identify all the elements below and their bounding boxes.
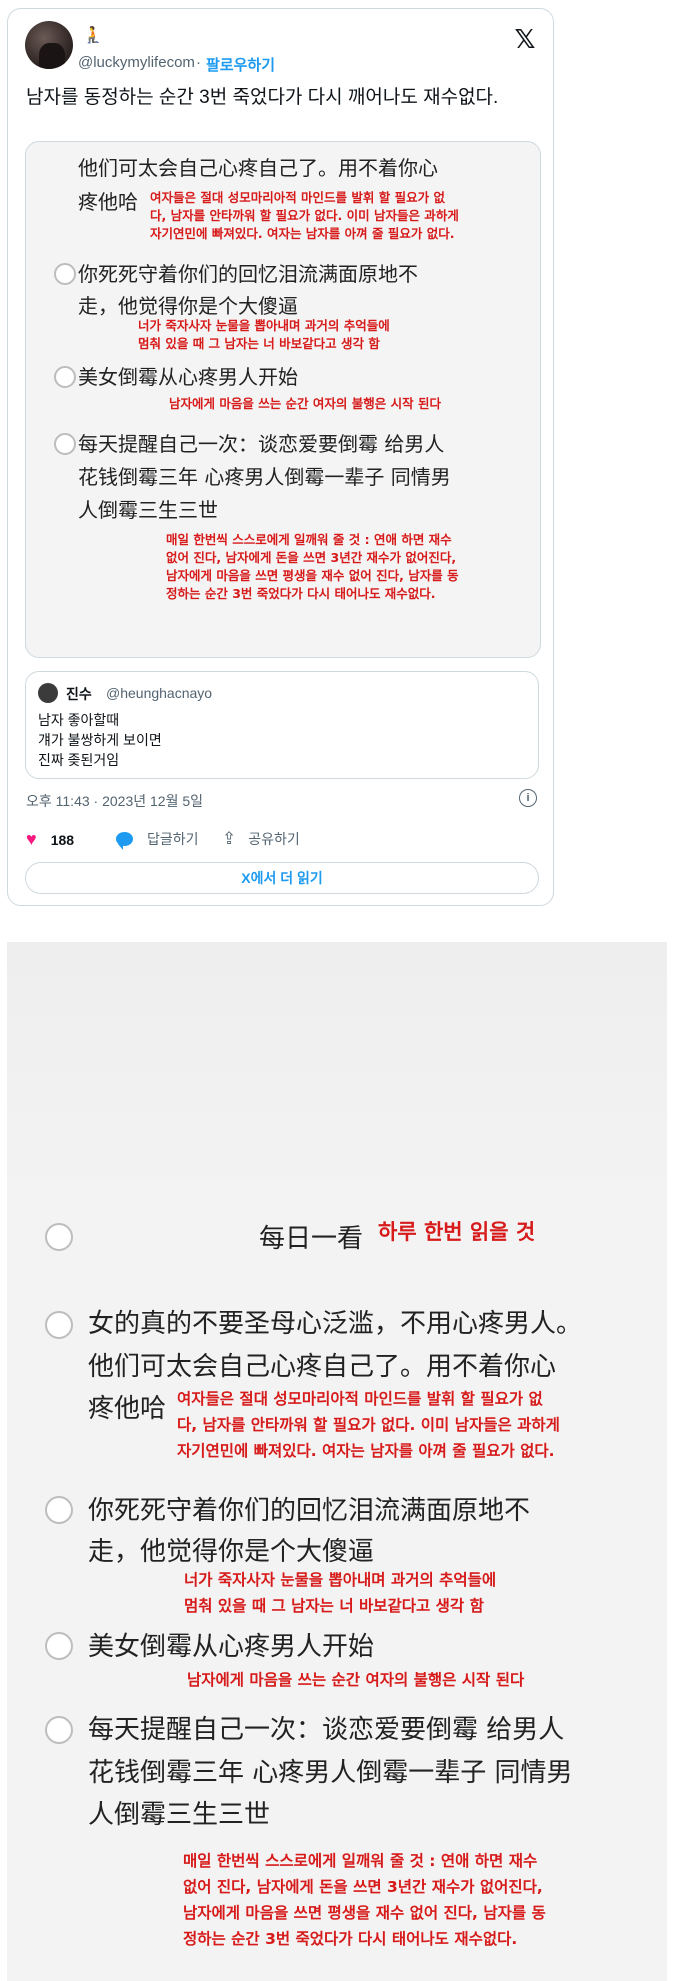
radio-circle	[54, 263, 76, 285]
quote-line: 걔가 불쌍하게 보이면	[38, 732, 162, 748]
share-button[interactable]: ⇪ 공유하기	[222, 829, 300, 849]
image-cn-line: 你死死守着你们的回忆泪流满面原地不	[78, 262, 418, 286]
follow-button[interactable]: 팔로우하기	[206, 54, 275, 75]
image-kr-line: 다, 남자를 안타까워 할 필요가 없다. 이미 남자들은 과하게	[177, 1416, 560, 1434]
image-cn-line: 人倒霉三生三世	[78, 498, 218, 522]
image-kr-line: 매일 한번씩 스스로에게 일깨워 줄 것 : 연애 하면 재수	[183, 1852, 538, 1870]
quote-user-name: 진수	[66, 686, 92, 702]
user-handle[interactable]: @luckymylifecom	[78, 54, 195, 71]
radio-circle	[45, 1311, 73, 1339]
image-kr-line: 남자에게 마음을 쓰는 순간 여자의 불행은 시작 된다	[187, 1671, 525, 1689]
image-cn-line: 走，他觉得你是个大傻逼	[78, 294, 298, 318]
image-kr-line: 너가 죽자사자 눈물을 뽑아내며 과거의 추억들에	[138, 318, 390, 333]
tweet-timestamp[interactable]: 오후 11:43 · 2023년 12월 5일	[26, 791, 203, 811]
image-cn-line: 美女倒霉从心疼男人开始	[78, 365, 298, 389]
image-cn-line: 他们可太会自己心疼自己了。用不着你心	[78, 156, 438, 180]
reply-bubble-icon	[116, 832, 133, 850]
image-kr-line: 정하는 순간 3번 죽었다가 다시 태어나도 재수없다.	[166, 586, 436, 601]
radio-circle	[45, 1223, 73, 1251]
image-cn-line: 疼他哈	[78, 190, 138, 214]
image-cn-line: 每天提醒自己一次：谈恋爱要倒霉 给男人	[88, 1715, 565, 1745]
image-kr-line: 남자에게 마음을 쓰는 순간 여자의 불행은 시작 된다	[169, 396, 441, 411]
image-cn-line: 女的真的不要圣母心泛滥，不用心疼男人。	[88, 1309, 583, 1339]
read-more-button[interactable]: X에서 더 읽기	[25, 862, 539, 894]
tweet-media-image[interactable]: 他们可太会自己心疼自己了。用不着你心 疼他哈 여자들은 절대 성모마리아적 마인…	[25, 141, 541, 658]
image-cn-line: 人倒霉三生三世	[88, 1800, 271, 1830]
share-icon: ⇪	[222, 829, 237, 848]
image-kr-line: 멈춰 있을 때 그 남자는 너 바보같다고 생각 함	[184, 1597, 484, 1615]
image-cn-line: 疼他哈	[88, 1394, 167, 1424]
image-kr-line: 정하는 순간 3번 죽었다가 다시 태어나도 재수없다.	[183, 1930, 518, 1948]
image-kr-line: 남자에게 마음을 쓰면 평생을 재수 없어 진다, 남자를 동	[183, 1904, 546, 1922]
quote-line: 남자 좋아할때	[38, 712, 120, 728]
image-kr-line: 멈춰 있을 때 그 남자는 너 바보같다고 생각 함	[138, 336, 380, 351]
reply-label: 답글하기	[147, 831, 199, 847]
image-cn-line: 你死死守着你们的回忆泪流满面原地不	[88, 1496, 531, 1526]
radio-circle	[45, 1632, 73, 1660]
image-kr-line: 자기연민에 빠져있다. 여자는 남자를 아껴 줄 필요가 없다.	[150, 226, 455, 241]
image-cn-line: 花钱倒霉三年 心疼男人倒霉一辈子 同情男	[88, 1758, 573, 1788]
large-image: 每日一看 하루 한번 읽을 것 女的真的不要圣母心泛滥，不用心疼男人。 他们可太…	[7, 942, 667, 1981]
quoted-tweet[interactable]: 진수 @heunghacnayo 남자 좋아할때 걔가 불쌍하게 보이면 진짜 …	[25, 671, 539, 779]
blurred-image-top	[7, 942, 667, 1197]
image-cn-line: 美女倒霉从心疼男人开始	[88, 1632, 375, 1662]
reply-button[interactable]: 답글하기	[116, 829, 199, 850]
radio-circle	[45, 1496, 73, 1524]
like-button[interactable]: ♥ 188	[26, 829, 74, 850]
image-kr-line: 없어 진다, 남자에게 돈을 쓰면 3년간 재수가 없어진다,	[183, 1878, 543, 1896]
separator-dot: ·	[196, 54, 201, 71]
info-icon[interactable]: i	[519, 789, 537, 807]
avatar[interactable]	[25, 21, 73, 69]
profile-badge-icon: 🧎	[83, 27, 103, 44]
share-label: 공유하기	[248, 831, 300, 847]
radio-circle	[45, 1716, 73, 1744]
image-kr-line: 남자에게 마음을 쓰면 평생을 재수 없어 진다, 남자를 동	[166, 568, 459, 583]
image-kr-line: 여자들은 절대 성모마리아적 마인드를 발휘 할 필요가 없	[150, 190, 445, 205]
radio-circle	[54, 433, 76, 455]
tweet-card: 🧎 @luckymylifecom · 팔로우하기 𝕏 남자를 동정하는 순간 …	[7, 8, 554, 906]
quote-user-handle: @heunghacnayo	[106, 685, 213, 701]
radio-circle	[54, 366, 76, 388]
action-bar: ♥ 188 답글하기 ⇪ 공유하기	[26, 829, 536, 850]
quote-text: 남자 좋아할때 걔가 불쌍하게 보이면 진짜 좆된거임	[38, 710, 162, 770]
image-kr-line: 자기연민에 빠져있다. 여자는 남자를 아껴 줄 필요가 없다.	[177, 1442, 555, 1460]
image-kr-line: 없어 진다, 남자에게 돈을 쓰면 3년간 재수가 없어진다,	[166, 550, 457, 565]
like-count: 188	[50, 831, 75, 848]
image-cn-line: 花钱倒霉三年 心疼男人倒霉一辈子 同情男	[78, 465, 451, 489]
image-kr-line: 너가 죽자사자 눈물을 뽑아내며 과거의 추억들에	[184, 1571, 497, 1589]
x-logo-icon[interactable]: 𝕏	[513, 26, 537, 52]
image-kr-line: 하루 한번 읽을 것	[378, 1220, 536, 1244]
heart-icon: ♥	[26, 829, 37, 849]
image-cn-line: 他们可太会自己心疼自己了。用不着你心	[88, 1352, 557, 1382]
image-kr-line: 다, 남자를 안타까워 할 필요가 없다. 이미 남자들은 과하게	[150, 208, 459, 223]
quote-line: 진짜 좆된거임	[38, 752, 120, 768]
image-cn-line: 走，他觉得你是个大傻逼	[88, 1537, 375, 1567]
tweet-text: 남자를 동정하는 순간 3번 죽었다가 다시 깨어나도 재수없다.	[26, 87, 499, 108]
image-cn-line: 每天提醒自己一次：谈恋爱要倒霉 给男人	[78, 432, 445, 456]
image-kr-line: 매일 한번씩 스스로에게 일깨워 줄 것 : 연애 하면 재수	[166, 532, 452, 547]
image-kr-line: 여자들은 절대 성모마리아적 마인드를 발휘 할 필요가 없	[177, 1390, 543, 1408]
quote-avatar	[38, 683, 58, 703]
image-cn-line: 每日一看	[259, 1224, 364, 1254]
